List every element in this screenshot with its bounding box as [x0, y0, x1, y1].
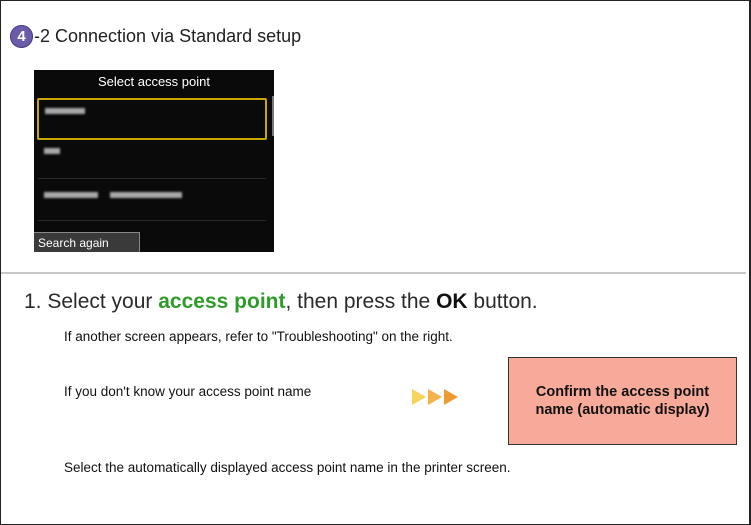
blurred-ssid — [110, 192, 182, 198]
step-header: 4 -2 Connection via Standard setup — [10, 25, 301, 48]
step-number-badge: 4 — [10, 25, 33, 48]
instruction-prefix: Select your — [47, 290, 159, 313]
access-point-row-selected — [37, 98, 267, 140]
instruction-step-1: 1. Select your access point, then press … — [24, 290, 538, 314]
access-point-row — [38, 140, 266, 179]
search-again-button: Search again — [34, 232, 140, 252]
step-title: -2 Connection via Standard setup — [34, 26, 302, 46]
arrows-icon — [412, 389, 460, 405]
select-auto-note: Select the automatically displayed acces… — [64, 460, 511, 475]
instruction-number: 1. — [24, 290, 42, 313]
instruction-ok: OK — [436, 290, 468, 313]
blurred-ssid — [45, 108, 85, 114]
confirm-access-point-button[interactable]: Confirm the access point name (automatic… — [508, 357, 737, 445]
screen-scrollbar — [272, 96, 274, 136]
arrow-icon — [444, 389, 458, 405]
troubleshooting-note: If another screen appears, refer to "Tro… — [64, 329, 453, 344]
printer-screen-image: Select access point Search again — [34, 70, 274, 252]
arrow-icon — [412, 389, 426, 405]
section-divider — [1, 272, 746, 274]
blurred-ssid — [44, 148, 60, 154]
blurred-ssid — [44, 192, 98, 198]
instruction-middle: , then press the — [285, 290, 437, 313]
printer-screen-title: Select access point — [97, 74, 210, 89]
instruction-suffix: button. — [467, 290, 538, 313]
unknown-name-note: If you don't know your access point name — [64, 384, 312, 399]
arrow-icon — [428, 389, 442, 405]
access-point-row — [38, 182, 266, 221]
instruction-highlight: access point — [158, 290, 286, 313]
